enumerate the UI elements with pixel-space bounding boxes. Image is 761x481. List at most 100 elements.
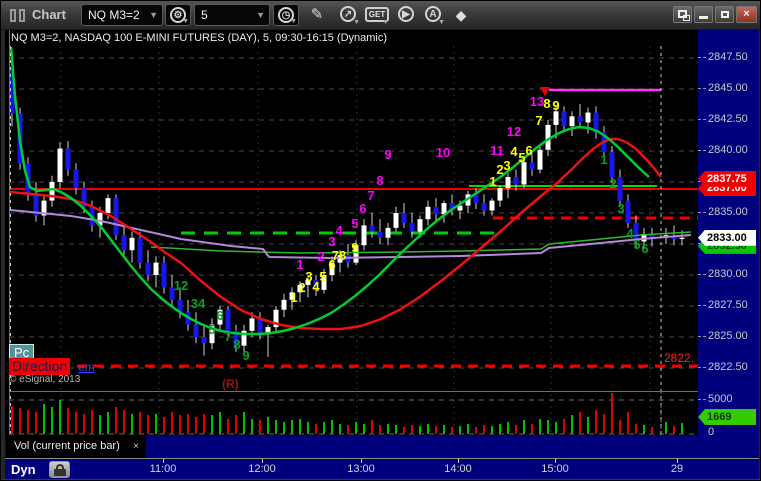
volume-tick-dash [698,399,706,400]
svg-text:10: 10 [436,145,450,160]
time-label-29: 29 [670,463,684,475]
svg-text:5: 5 [633,237,640,252]
pencil-icon: ✎ [310,6,324,23]
price-tick-label: 2822.50 [708,361,748,373]
interval-combobox[interactable]: 5 ▼ [194,4,270,26]
svg-text:1: 1 [600,152,607,167]
svg-text:34: 34 [191,296,206,311]
lock-button[interactable] [49,461,70,478]
eraser-button[interactable]: ◆ [448,4,474,26]
time-axis-bar[interactable]: Dyn 11:00 12:00 13:00 14:00 15:00 29 [5,458,759,479]
svg-text:8: 8 [376,173,383,188]
chart-window: Chart NQ M3=2 ▼ ⚙ ▼ 5 ▼ ◷ ▼ ✎ ↗ ▼ GET ▼ … [0,0,761,481]
dyn-mode-label[interactable]: Dyn [11,462,36,477]
chevron-down-icon: ▼ [182,18,189,25]
time-template-button[interactable]: ◷ ▼ [273,4,299,26]
registered-watermark: (R) [222,377,239,391]
tab-volume-study[interactable]: Vol (current price bar) × [6,435,146,458]
volume-tick-zero: 0 [708,426,715,438]
symbol-combobox[interactable]: NQ M3=2 ▼ [81,4,163,26]
auto-annotate-button[interactable]: A ▼ [420,4,446,26]
price-tick-label: 2847.50 [708,51,748,63]
price-tick-dash [698,336,706,337]
candlestick-chart[interactable]: 1234567891234567891234 56789 10 11121312 34 5… [9,46,698,435]
svg-text:7: 7 [367,188,374,203]
price-tick-label: 2840.00 [708,144,748,156]
svg-text:6: 6 [641,241,648,256]
get-data-button[interactable]: GET ▼ [364,4,390,26]
play-icon: ▶ [398,6,414,22]
svg-text:9: 9 [552,98,559,113]
svg-text:3: 3 [617,201,624,216]
eraser-icon: ◆ [455,7,467,23]
draw-tool-button[interactable]: ✎ [304,4,330,26]
svg-text:7: 7 [535,113,542,128]
svg-text:3: 3 [503,158,510,173]
chevron-down-icon: ▼ [290,18,297,25]
time-label-11:00: 11:00 [149,463,177,475]
price-tick-label: 2842.50 [708,113,748,125]
restore-icon [678,10,690,21]
time-label-14:00: 14:00 [444,463,472,475]
price-tick-dash [698,88,706,89]
support-line-price-label: 2822. [664,351,695,365]
restore-window-button[interactable] [673,6,692,23]
close-window-button[interactable]: × [736,6,757,23]
price-tick-label: 2835.00 [708,206,748,218]
chevron-down-icon: ▼ [438,19,445,26]
svg-text:5: 5 [351,216,358,231]
svg-text:6: 6 [216,308,223,323]
price-tag-2833.00: 2833.00 [698,229,756,246]
price-tick-label: 2825.00 [708,330,748,342]
play-button[interactable]: ▶ [393,4,419,26]
price-tick-dash [698,57,706,58]
close-tab-icon[interactable]: × [133,436,139,458]
price-tick-label: 2827.50 [708,299,748,311]
chart-header: NQ M3=2, NASDAQ 100 E-MINI FUTURES (DAY)… [5,30,698,46]
time-label-15:00: 15:00 [541,463,569,475]
direction-study-badge: Direction [9,358,71,375]
pane-separator[interactable] [9,391,698,392]
interval-value: 5 [201,8,208,22]
volume-chart[interactable] [9,391,698,435]
esignal-copyright: © eSignal, 2013 [9,374,81,385]
volume-tag-current: 1669 [698,409,756,425]
price-tick-label: 2845.00 [708,82,748,94]
svg-text:1: 1 [296,257,303,272]
svg-text:8: 8 [233,337,240,352]
svg-text:78: 78 [332,248,346,263]
svg-text:5: 5 [208,322,215,337]
tab-volume-label: Vol (current price bar) [14,440,120,452]
symbol-settings-button[interactable]: ⚙ ▼ [165,4,191,26]
svg-text:9: 9 [351,240,358,255]
line-tool-button[interactable]: ↗ ▼ [335,4,361,26]
svg-text:9: 9 [384,147,391,162]
maximize-window-button[interactable] [715,6,734,23]
time-label-13:00: 13:00 [347,463,375,475]
price-tick-dash [698,274,706,275]
minimize-window-button[interactable] [694,6,713,23]
svg-text:6: 6 [359,201,366,216]
svg-text:2: 2 [609,176,616,191]
price-tag-2837.75: 2837.75 [698,170,756,187]
chart-symbol-title: NQ M3=2, NASDAQ 100 E-MINI FUTURES (DAY)… [11,32,388,44]
svg-text:12: 12 [507,124,521,139]
window-title: Chart [32,7,66,22]
svg-text:13: 13 [530,94,544,109]
svg-text:5: 5 [319,269,326,284]
chart-window-icon [10,9,26,22]
price-axis[interactable]: 2847.502845.002842.502840.002837.502835.… [698,30,759,458]
chevron-down-icon: ▼ [353,19,360,26]
price-tick-dash [698,367,706,368]
chevron-down-icon: ▼ [382,19,389,26]
svg-text:4: 4 [335,223,343,238]
price-tick-dash [698,212,706,213]
svg-text:9: 9 [242,348,249,363]
maximize-icon [720,11,729,18]
window-titlebar[interactable]: Chart NQ M3=2 ▼ ⚙ ▼ 5 ▼ ◷ ▼ ✎ ↗ ▼ GET ▼ … [1,1,760,30]
svg-text:1: 1 [290,290,297,305]
svg-text:7: 7 [224,329,231,344]
price-tick-dash [698,305,706,306]
direction-link[interactable]: em [78,360,95,374]
price-tick-label: 2830.00 [708,268,748,280]
